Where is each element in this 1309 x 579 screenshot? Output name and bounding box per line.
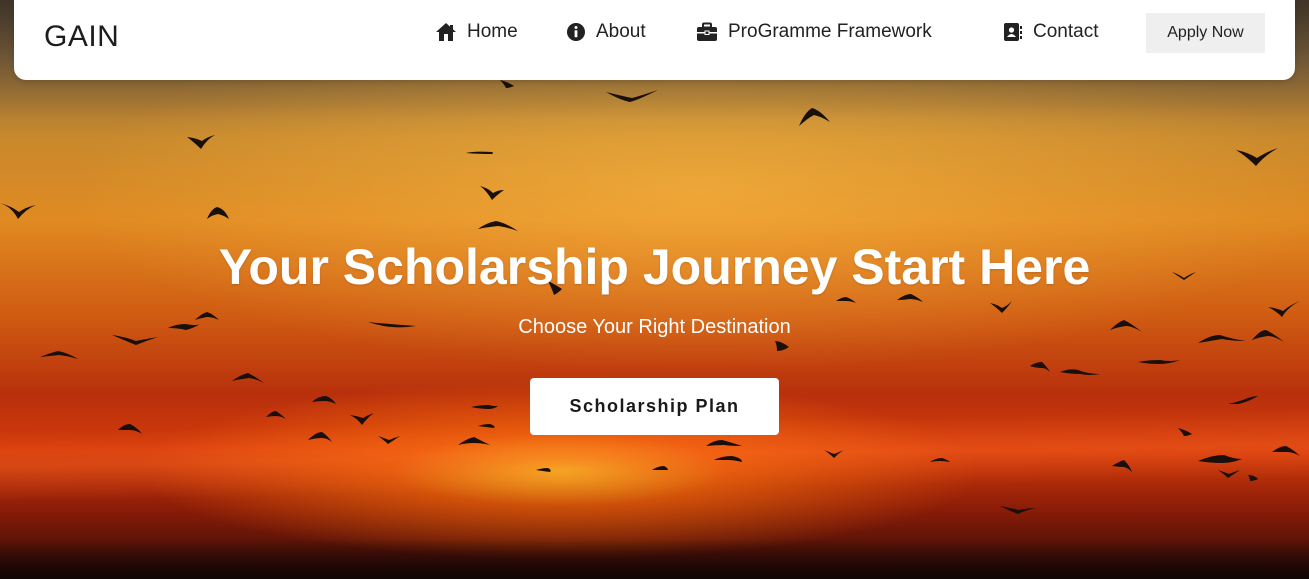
apply-now-button[interactable]: Apply Now xyxy=(1146,13,1265,53)
nav-item-contact[interactable]: Contact xyxy=(1003,20,1098,44)
bird-silhouette xyxy=(471,405,499,409)
briefcase-icon xyxy=(696,22,718,42)
bird-silhouette xyxy=(480,186,504,200)
bird-silhouette xyxy=(478,424,495,428)
home-icon xyxy=(435,22,457,42)
nav-contact-label: Contact xyxy=(1033,21,1099,42)
bird-silhouette xyxy=(606,90,658,102)
bird-silhouette xyxy=(1236,148,1278,166)
bird-silhouette xyxy=(1178,428,1192,436)
bird-silhouette xyxy=(466,151,493,154)
nav-item-programme-framework[interactable]: ProGramme Framework xyxy=(696,20,932,44)
bird-silhouette xyxy=(1218,470,1240,478)
contact-book-icon xyxy=(1003,22,1023,42)
bird-silhouette xyxy=(799,108,830,126)
hero-section: Your Scholarship Journey Start Here Choo… xyxy=(0,0,1309,579)
bird-silhouette xyxy=(1198,455,1242,463)
bird-silhouette xyxy=(0,203,36,219)
hero-subtitle: Choose Your Right Destination xyxy=(518,316,791,338)
bird-silhouette xyxy=(40,351,78,359)
bird-silhouette xyxy=(1030,362,1050,372)
bird-silhouette xyxy=(458,437,490,445)
bird-silhouette xyxy=(1268,301,1300,317)
bird-silhouette xyxy=(478,221,518,231)
bird-silhouette xyxy=(836,297,856,303)
bird-silhouette xyxy=(308,432,332,442)
birds-group xyxy=(0,80,1300,514)
info-icon xyxy=(566,22,586,42)
bird-silhouette xyxy=(187,135,215,149)
bird-silhouette xyxy=(500,80,514,88)
bird-silhouette xyxy=(652,466,668,470)
bird-silhouette xyxy=(378,436,400,444)
bird-silhouette xyxy=(775,341,789,351)
bird-silhouette xyxy=(990,301,1012,313)
bird-silhouette xyxy=(824,450,844,458)
bird-silhouette xyxy=(1060,369,1100,375)
hero-title: Your Scholarship Journey Start Here xyxy=(218,239,1091,295)
scholarship-plan-button[interactable]: Scholarship Plan xyxy=(530,378,779,435)
brand-logo[interactable]: GAIN xyxy=(44,20,119,54)
top-navbar: GAIN Home About ProGramme Framework Cont… xyxy=(14,0,1295,80)
nav-programme-label: ProGramme Framework xyxy=(728,21,932,42)
nav-about-label: About xyxy=(596,21,646,42)
nav-item-about[interactable]: About xyxy=(566,20,646,44)
bird-silhouette xyxy=(266,411,286,419)
bird-silhouette xyxy=(350,413,374,425)
bird-silhouette xyxy=(1138,360,1180,364)
bird-silhouette xyxy=(312,396,336,404)
bird-silhouette xyxy=(118,424,142,434)
bird-silhouette xyxy=(714,456,742,462)
bird-silhouette xyxy=(1000,506,1036,514)
bird-silhouette xyxy=(930,458,950,462)
nav-home-label: Home xyxy=(467,21,518,42)
nav-item-home[interactable]: Home xyxy=(435,20,518,44)
bird-silhouette xyxy=(706,440,742,446)
bird-silhouette xyxy=(207,207,229,219)
bird-silhouette xyxy=(1272,446,1300,456)
bird-silhouette xyxy=(232,373,264,383)
bird-silhouette xyxy=(1248,475,1258,481)
bird-silhouette xyxy=(1228,396,1258,404)
bird-silhouette xyxy=(536,468,551,472)
bird-silhouette xyxy=(1112,460,1132,472)
